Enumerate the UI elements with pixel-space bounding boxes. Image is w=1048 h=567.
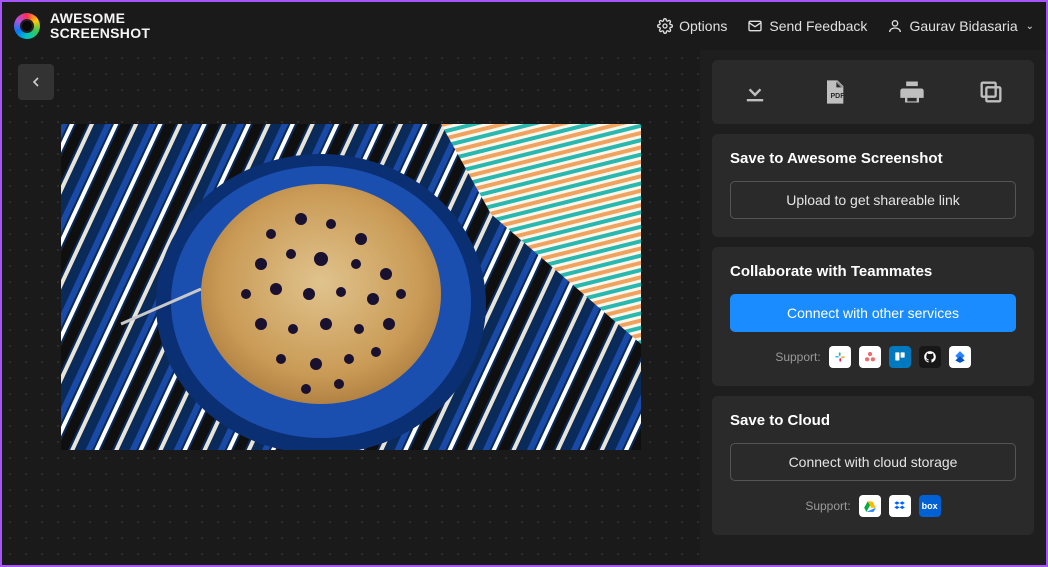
back-button[interactable] <box>18 64 54 100</box>
print-button[interactable] <box>892 74 932 110</box>
options-label: Options <box>679 18 727 34</box>
download-icon <box>741 78 769 106</box>
trello-icon <box>889 346 911 368</box>
panel-cloud: Save to Cloud Connect with cloud storage… <box>712 396 1034 535</box>
support-row: Support: <box>730 346 1016 368</box>
sidebar: PDF Save to Awesome Screenshot Upload to… <box>700 50 1046 565</box>
feedback-link[interactable]: Send Feedback <box>747 18 867 34</box>
copy-icon <box>977 78 1005 106</box>
chevron-left-icon <box>28 74 44 90</box>
dropbox-icon <box>889 495 911 517</box>
app-name: AWESOME SCREENSHOT <box>50 11 150 40</box>
svg-text:PDF: PDF <box>830 93 845 100</box>
connect-cloud-button[interactable]: Connect with cloud storage <box>730 443 1016 481</box>
gear-icon <box>657 18 673 34</box>
main: PDF Save to Awesome Screenshot Upload to… <box>2 50 1046 565</box>
screenshot-preview[interactable] <box>61 124 641 450</box>
asana-icon <box>859 346 881 368</box>
print-icon <box>898 78 926 106</box>
canvas-area <box>2 50 700 565</box>
header: AWESOME SCREENSHOT Options Send Feedback… <box>2 2 1046 50</box>
connect-services-button[interactable]: Connect with other services <box>730 294 1016 332</box>
gdrive-icon <box>859 495 881 517</box>
panel-collaborate: Collaborate with Teammates Connect with … <box>712 247 1034 386</box>
pdf-button[interactable]: PDF <box>814 74 854 110</box>
jira-icon <box>949 346 971 368</box>
panel-title: Collaborate with Teammates <box>730 263 1016 280</box>
panel-title: Save to Cloud <box>730 412 1016 429</box>
feedback-label: Send Feedback <box>769 18 867 34</box>
export-toolbar: PDF <box>712 60 1034 124</box>
upload-button[interactable]: Upload to get shareable link <box>730 181 1016 219</box>
header-actions: Options Send Feedback Gaurav Bidasaria ⌄ <box>657 18 1034 34</box>
chevron-down-icon: ⌄ <box>1026 21 1034 32</box>
options-link[interactable]: Options <box>657 18 727 34</box>
user-icon <box>887 18 903 34</box>
support-label: Support: <box>805 499 850 513</box>
support-label: Support: <box>775 350 820 364</box>
support-row: Support: box <box>730 495 1016 517</box>
slack-icon <box>829 346 851 368</box>
copy-button[interactable] <box>971 74 1011 110</box>
user-menu[interactable]: Gaurav Bidasaria ⌄ <box>887 18 1034 34</box>
panel-save-awesome: Save to Awesome Screenshot Upload to get… <box>712 134 1034 237</box>
panel-title: Save to Awesome Screenshot <box>730 150 1016 167</box>
github-icon <box>919 346 941 368</box>
box-icon: box <box>919 495 941 517</box>
pdf-icon: PDF <box>820 78 848 106</box>
user-name-label: Gaurav Bidasaria <box>909 18 1017 34</box>
logo-area: AWESOME SCREENSHOT <box>14 11 150 40</box>
mail-icon <box>747 18 763 34</box>
download-button[interactable] <box>735 74 775 110</box>
app-logo-icon <box>14 13 40 39</box>
